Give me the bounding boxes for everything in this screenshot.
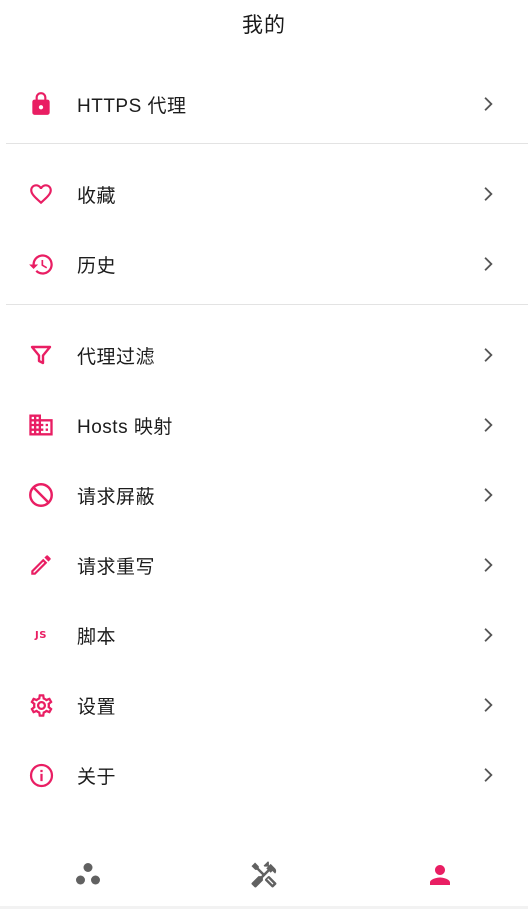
menu-item-label: 设置 (77, 696, 117, 718)
menu-item-history[interactable]: 历史 (0, 229, 528, 299)
lock-icon (27, 90, 55, 118)
filter-icon (27, 341, 55, 369)
chevron-right-icon (484, 558, 493, 572)
chevron-right-icon (484, 698, 493, 712)
menu-item-request-block[interactable]: 请求屏蔽 (0, 460, 528, 530)
tools-icon (251, 860, 277, 888)
menu-item-favorites[interactable]: 收藏 (0, 159, 528, 229)
menu-item-label: 请求重写 (77, 556, 156, 578)
chevron-right-icon (484, 187, 493, 201)
menu-item-about[interactable]: 关于 (0, 740, 528, 810)
block-icon (27, 481, 55, 509)
chevron-right-icon (484, 97, 493, 111)
chevron-right-icon (484, 418, 493, 432)
gear-icon (27, 691, 55, 719)
divider (6, 304, 528, 305)
menu-item-hosts-mapping[interactable]: Hosts 映射 (0, 390, 528, 460)
menu-item-proxy-filter[interactable]: 代理过滤 (0, 320, 528, 390)
page-title: 我的 (242, 14, 286, 37)
chevron-right-icon (484, 257, 493, 271)
menu-item-label: 请求屏蔽 (77, 486, 156, 508)
js-icon-text: JS (35, 629, 47, 641)
heart-icon (27, 180, 55, 208)
person-icon (430, 864, 450, 885)
app-screen: 我的 HTTPS 代理 收藏 历史 代理过滤 Hosts 映射 请求屏蔽 请求重… (0, 0, 528, 909)
chevron-right-icon (484, 348, 493, 362)
js-icon: JS (27, 621, 55, 649)
pencil-icon (27, 551, 55, 579)
nav-tab-toolbox[interactable] (176, 840, 352, 909)
bubbles-icon (76, 862, 100, 884)
menu-item-label: 收藏 (77, 185, 117, 207)
menu-item-label: 历史 (77, 255, 117, 277)
info-icon (27, 761, 55, 789)
bottom-navigation (0, 840, 528, 909)
nav-tab-mine[interactable] (352, 840, 528, 909)
menu-item-https-proxy[interactable]: HTTPS 代理 (0, 70, 528, 138)
menu-item-settings[interactable]: 设置 (0, 670, 528, 740)
menu-item-label: Hosts 映射 (77, 416, 173, 438)
menu-list: HTTPS 代理 收藏 历史 代理过滤 Hosts 映射 请求屏蔽 请求重写 J… (0, 72, 528, 810)
chevron-right-icon (484, 488, 493, 502)
menu-item-label: 脚本 (77, 626, 117, 648)
menu-item-label: 关于 (77, 766, 117, 788)
nav-tab-workspace[interactable] (0, 840, 176, 909)
chevron-right-icon (484, 768, 493, 782)
history-icon (27, 250, 55, 278)
menu-item-script[interactable]: JS 脚本 (0, 600, 528, 670)
menu-item-request-rewrite[interactable]: 请求重写 (0, 530, 528, 600)
menu-item-label: HTTPS 代理 (77, 95, 187, 117)
divider (6, 143, 528, 144)
menu-item-label: 代理过滤 (77, 346, 156, 368)
domain-icon (27, 411, 55, 439)
chevron-right-icon (484, 628, 493, 642)
